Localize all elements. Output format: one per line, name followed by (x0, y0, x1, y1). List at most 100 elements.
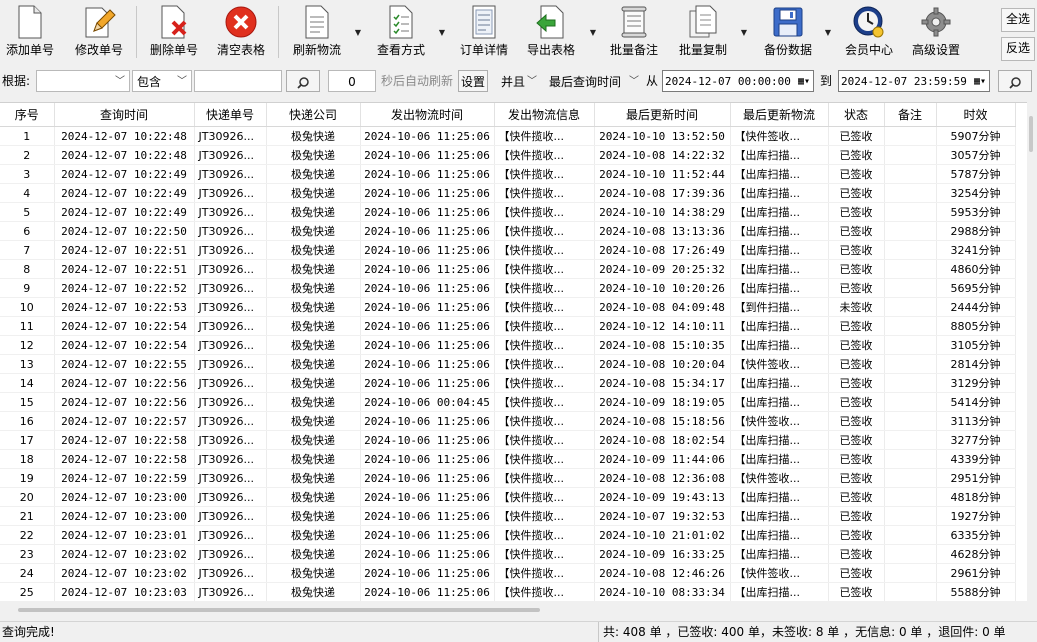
table-cell (884, 183, 937, 203)
table-row[interactable]: 5 2024-12-07 10:22:49 JT30926... 极兔快递 2024-1… (0, 202, 1016, 222)
to-label: 到 (820, 74, 833, 88)
vertical-scroll-thumb[interactable] (1029, 116, 1033, 152)
match-select[interactable]: 包含 ﹀ (132, 70, 192, 92)
column-header[interactable]: 状态 (828, 103, 885, 127)
table-cell: 14 (0, 373, 55, 393)
time-field-select[interactable]: 最后查询时间 ﹀ (544, 70, 644, 92)
column-header[interactable]: 快递单号 (194, 103, 267, 127)
table-cell: 极兔快递 (266, 335, 361, 355)
table-row[interactable]: 15 2024-12-07 10:22:56 JT30926... 极兔快递 2024-… (0, 392, 1016, 412)
select-all-button[interactable]: 全选 (1001, 8, 1035, 32)
table-cell: 2024-10-10 11:52:44 (594, 164, 731, 184)
refresh-logistics-button[interactable]: 刷新物流 (288, 4, 346, 60)
table-row[interactable]: 18 2024-12-07 10:22:58 JT30926... 极兔快递 2024-… (0, 449, 1016, 469)
batch-copy-button[interactable]: 批量复制 (674, 4, 732, 60)
backup-data-button[interactable]: 备份数据 (758, 4, 818, 60)
table-row[interactable]: 10 2024-12-07 10:22:53 JT30926... 极兔快递 2024-… (0, 297, 1016, 317)
refresh-dropdown-caret[interactable]: ▼ (353, 28, 363, 37)
date-search-button[interactable] (998, 70, 1032, 92)
from-datetime-picker[interactable]: 2024-12-07 00:00:00 ▦▾ (662, 70, 814, 92)
export-table-button[interactable]: 导出表格 (522, 4, 580, 60)
table-cell: 已签收 (828, 582, 885, 601)
table-row[interactable]: 13 2024-12-07 10:22:55 JT30926... 极兔快递 2024-… (0, 354, 1016, 374)
backup-dropdown-caret[interactable]: ▼ (823, 28, 833, 37)
clear-table-button[interactable]: 清空表格 (212, 4, 270, 60)
table-cell: JT30926... (194, 354, 267, 374)
table-cell: 【快件揽收... (494, 582, 595, 601)
table-row[interactable]: 14 2024-12-07 10:22:56 JT30926... 极兔快递 2024-… (0, 373, 1016, 393)
refresh-interval-input[interactable]: 0 (328, 70, 376, 92)
export-table-label: 导出表格 (526, 43, 575, 57)
column-header[interactable]: 发出物流时间 (360, 103, 495, 127)
delete-tracking-button[interactable]: 删除单号 (146, 4, 202, 60)
column-header[interactable]: 查询时间 (54, 103, 195, 127)
logic-select[interactable]: 并且 ﹀ (496, 70, 542, 92)
search-button[interactable] (286, 70, 320, 92)
table-row[interactable]: 1 2024-12-07 10:22:48 JT30926... 极兔快递 2024-1… (0, 126, 1016, 146)
table-cell: 极兔快递 (266, 373, 361, 393)
table-cell: JT30926... (194, 259, 267, 279)
vertical-scrollbar[interactable] (1027, 102, 1037, 600)
set-interval-button[interactable]: 设置 (458, 70, 488, 92)
column-header[interactable]: 时效 (936, 103, 1016, 127)
table-row[interactable]: 12 2024-12-07 10:22:54 JT30926... 极兔快递 2024-… (0, 335, 1016, 355)
add-tracking-button[interactable]: 添加单号 (2, 4, 58, 60)
table-cell: 【快件签收... (730, 126, 829, 146)
advanced-settings-button[interactable]: 高级设置 (906, 4, 966, 60)
column-header[interactable]: 快递公司 (266, 103, 361, 127)
to-datetime-picker[interactable]: 2024-12-07 23:59:59 ▦▾ (838, 70, 990, 92)
batch-note-button[interactable]: 批量备注 (606, 4, 662, 60)
column-header[interactable]: 备注 (884, 103, 937, 127)
table-cell: 21 (0, 506, 55, 526)
table-cell: 4 (0, 183, 55, 203)
table-cell: 25 (0, 582, 55, 601)
table-cell (884, 278, 937, 298)
table-cell: 5 (0, 202, 55, 222)
table-row[interactable]: 11 2024-12-07 10:22:54 JT30926... 极兔快递 2024-… (0, 316, 1016, 336)
column-header[interactable]: 最后更新时间 (594, 103, 731, 127)
view-mode-dropdown-caret[interactable]: ▼ (437, 28, 447, 37)
toolbar-divider (136, 6, 137, 58)
table-row[interactable]: 3 2024-12-07 10:22:49 JT30926... 极兔快递 2024-1… (0, 164, 1016, 184)
table-cell: JT30926... (194, 183, 267, 203)
table-row[interactable]: 4 2024-12-07 10:22:49 JT30926... 极兔快递 2024-1… (0, 183, 1016, 203)
table-row[interactable]: 21 2024-12-07 10:23:00 JT30926... 极兔快递 2024-… (0, 506, 1016, 526)
column-header[interactable]: 最后更新物流 (730, 103, 829, 127)
table-row[interactable]: 8 2024-12-07 10:22:51 JT30926... 极兔快递 2024-1… (0, 259, 1016, 279)
table-row[interactable]: 9 2024-12-07 10:22:52 JT30926... 极兔快递 2024-1… (0, 278, 1016, 298)
horizontal-scrollbar[interactable] (0, 602, 1027, 618)
batch-copy-dropdown-caret[interactable]: ▼ (739, 28, 749, 37)
table-row[interactable]: 6 2024-12-07 10:22:50 JT30926... 极兔快递 2024-1… (0, 221, 1016, 241)
table-row[interactable]: 17 2024-12-07 10:22:58 JT30926... 极兔快递 2024-… (0, 430, 1016, 450)
table-cell: 已签收 (828, 392, 885, 412)
table-row[interactable]: 19 2024-12-07 10:22:59 JT30926... 极兔快递 2024-… (0, 468, 1016, 488)
table-cell: 23 (0, 544, 55, 564)
edit-tracking-button[interactable]: 修改单号 (70, 4, 128, 60)
chevron-down-icon: ﹀ (177, 76, 187, 87)
invert-selection-button[interactable]: 反选 (1001, 37, 1035, 61)
view-mode-button[interactable]: 查看方式 (372, 4, 430, 60)
table-cell: 18 (0, 449, 55, 469)
table-row[interactable]: 25 2024-12-07 10:23:03 JT30926... 极兔快递 2024-… (0, 582, 1016, 601)
match-select-value: 包含 (137, 75, 162, 89)
table-row[interactable]: 7 2024-12-07 10:22:51 JT30926... 极兔快递 2024-1… (0, 240, 1016, 260)
table-row[interactable]: 23 2024-12-07 10:23:02 JT30926... 极兔快递 2024-… (0, 544, 1016, 564)
basis-select[interactable]: ﹀ (36, 70, 130, 92)
column-header[interactable]: 发出物流信息 (494, 103, 595, 127)
keyword-input[interactable] (194, 70, 282, 92)
order-detail-button[interactable]: 订单详情 (456, 4, 512, 60)
horizontal-scroll-thumb[interactable] (18, 608, 540, 612)
refresh-document-icon (288, 4, 346, 40)
table-row[interactable]: 16 2024-12-07 10:22:57 JT30926... 极兔快递 2024-… (0, 411, 1016, 431)
table-cell: 2024-10-06 11:25:06 (360, 468, 495, 488)
member-center-button[interactable]: 会员中心 (840, 4, 898, 60)
table-row[interactable]: 22 2024-12-07 10:23:01 JT30926... 极兔快递 2024-… (0, 525, 1016, 545)
table-row[interactable]: 2 2024-12-07 10:22:48 JT30926... 极兔快递 2024-1… (0, 145, 1016, 165)
table-row[interactable]: 20 2024-12-07 10:23:00 JT30926... 极兔快递 2024-… (0, 487, 1016, 507)
table-cell: 2024-10-06 11:25:06 (360, 145, 495, 165)
export-dropdown-caret[interactable]: ▼ (588, 28, 598, 37)
table-row[interactable]: 24 2024-12-07 10:23:02 JT30926... 极兔快递 2024-… (0, 563, 1016, 583)
table-cell: 【快件签收... (730, 411, 829, 431)
table-cell (884, 392, 937, 412)
column-header[interactable]: 序号 (0, 103, 55, 127)
